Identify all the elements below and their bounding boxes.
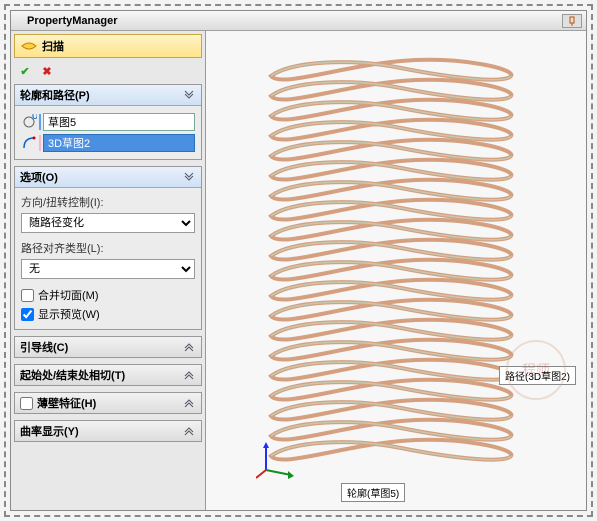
section-guides[interactable]: 引导线(C)	[14, 336, 202, 358]
preview-row: 显示预览(W)	[21, 306, 195, 322]
path-row	[21, 134, 195, 152]
profile-callout: 轮廓(草图5)	[341, 483, 405, 502]
triad-icon	[256, 440, 296, 480]
align-select[interactable]: 无	[21, 259, 195, 279]
section-options: 选项(O) 方向/扭转控制(I): 随路径变化 路径对齐类型(L): 无 合并切…	[14, 166, 202, 330]
profile-icon: 0	[21, 113, 37, 131]
merge-checkbox[interactable]	[21, 289, 34, 302]
section-header-profile-path[interactable]: 轮廓和路径(P)	[15, 85, 201, 106]
chevron-down-icon	[182, 424, 196, 438]
section-title: 曲率显示(Y)	[20, 423, 182, 439]
sweep-icon	[20, 38, 38, 54]
preview-checkbox[interactable]	[21, 308, 34, 321]
path-swatch	[39, 135, 41, 151]
thin-checkbox[interactable]	[20, 397, 33, 410]
command-label: 扫描	[42, 38, 64, 54]
pin-icon[interactable]	[562, 14, 582, 28]
command-box: 扫描	[14, 34, 202, 58]
path-input[interactable]	[43, 134, 195, 152]
viewport[interactable]: 路径(3D草图2) 轮廓(草图5) 程师	[206, 31, 586, 510]
ok-icon[interactable]: ✔	[17, 63, 33, 79]
section-title: 起始处/结束处相切(T)	[20, 367, 182, 383]
section-thin[interactable]: 薄壁特征(H)	[14, 392, 202, 414]
profile-row: 0	[21, 113, 195, 131]
section-tangency[interactable]: 起始处/结束处相切(T)	[14, 364, 202, 386]
merge-row: 合并切面(M)	[21, 287, 195, 303]
chevron-down-icon	[182, 368, 196, 382]
pm-title: PropertyManager	[15, 15, 562, 27]
twist-select[interactable]: 随路径变化	[21, 213, 195, 233]
cancel-icon[interactable]: ✖	[39, 63, 55, 79]
chevron-down-icon	[182, 396, 196, 410]
path-icon	[21, 134, 37, 152]
app-window: PropertyManager 扫描 ✔ ✖ 轮廓和路径(P)	[10, 10, 587, 511]
chevron-up-icon	[182, 88, 196, 102]
profile-swatch	[39, 114, 41, 130]
align-label: 路径对齐类型(L):	[21, 240, 195, 256]
twist-label: 方向/扭转控制(I):	[21, 194, 195, 210]
section-header-options[interactable]: 选项(O)	[15, 167, 201, 188]
chevron-down-icon	[182, 340, 196, 354]
property-panel: 扫描 ✔ ✖ 轮廓和路径(P) 0	[11, 31, 206, 510]
section-profile-path: 轮廓和路径(P) 0	[14, 84, 202, 160]
merge-label: 合并切面(M)	[38, 287, 99, 303]
spring-preview-icon	[251, 51, 531, 481]
section-title: 轮廓和路径(P)	[20, 87, 182, 103]
section-title: 选项(O)	[20, 169, 182, 185]
svg-text:0: 0	[32, 114, 37, 122]
confirm-bar: ✔ ✖	[11, 61, 205, 81]
property-manager-header: PropertyManager	[11, 11, 586, 31]
preview-label: 显示预览(W)	[38, 306, 100, 322]
section-curvature[interactable]: 曲率显示(Y)	[14, 420, 202, 442]
path-callout: 路径(3D草图2)	[499, 366, 576, 385]
profile-input[interactable]	[43, 113, 195, 131]
section-title: 薄壁特征(H)	[37, 395, 182, 411]
section-title: 引导线(C)	[20, 339, 182, 355]
chevron-up-icon	[182, 170, 196, 184]
